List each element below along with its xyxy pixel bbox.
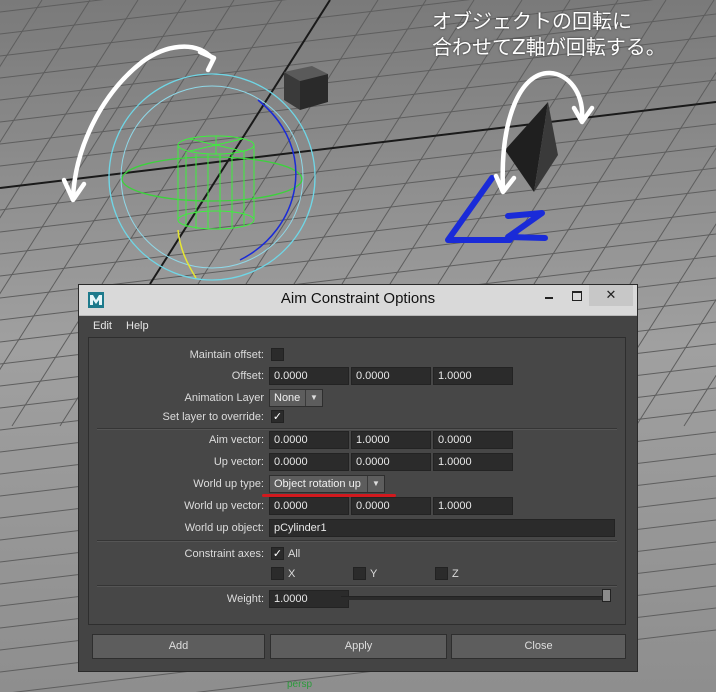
maximize-icon bbox=[572, 291, 582, 301]
world-up-vector-y-field[interactable]: 0.0000 bbox=[351, 497, 431, 515]
divider bbox=[97, 540, 617, 542]
world-up-vector-z-field[interactable]: 1.0000 bbox=[433, 497, 513, 515]
divider bbox=[97, 428, 617, 430]
constraint-axes-y-label: Y bbox=[370, 568, 378, 580]
constraint-axes-all-checkbox[interactable]: ✓ bbox=[271, 547, 284, 560]
japanese-annotation: オブジェクトの回転に 合わせてZ軸が回転する。 bbox=[432, 8, 712, 60]
close-icon: ✕ bbox=[605, 288, 617, 303]
apply-button[interactable]: Apply bbox=[270, 634, 447, 659]
up-vector-x-field[interactable]: 0.0000 bbox=[269, 453, 349, 471]
up-vector-z-field[interactable]: 1.0000 bbox=[433, 453, 513, 471]
maintain-offset-checkbox[interactable] bbox=[271, 348, 284, 361]
add-button[interactable]: Add bbox=[92, 634, 265, 659]
up-vector-label: Up vector: bbox=[213, 456, 264, 468]
highlight-underline bbox=[262, 494, 396, 497]
constraint-axes-y-checkbox[interactable] bbox=[353, 567, 366, 580]
world-up-type-label: World up type: bbox=[193, 478, 264, 490]
animation-layer-value: None bbox=[274, 392, 301, 404]
constraint-axes-z-label: Z bbox=[452, 568, 459, 580]
aim-vector-z-field[interactable]: 0.0000 bbox=[433, 431, 513, 449]
checkmark-icon: ✓ bbox=[272, 547, 283, 560]
annotation-line-2: 合わせてZ軸が回転する。 bbox=[432, 35, 666, 59]
minimize-icon bbox=[545, 297, 553, 299]
close-button[interactable]: Close bbox=[451, 634, 626, 659]
offset-z-field[interactable]: 1.0000 bbox=[433, 367, 513, 385]
maximize-button[interactable] bbox=[563, 285, 591, 306]
set-layer-override-label: Set layer to override: bbox=[162, 411, 265, 423]
world-up-object-label: World up object: bbox=[184, 522, 264, 534]
chevron-down-icon: ▼ bbox=[305, 390, 322, 406]
world-up-vector-label: World up vector: bbox=[184, 500, 264, 512]
aim-vector-x-field[interactable]: 0.0000 bbox=[269, 431, 349, 449]
world-up-type-dropdown[interactable]: Object rotation up ▼ bbox=[269, 475, 385, 493]
checkmark-icon: ✓ bbox=[272, 410, 283, 423]
camera-label: persp bbox=[287, 679, 313, 690]
cube-object[interactable] bbox=[284, 66, 328, 110]
animation-layer-dropdown[interactable]: None ▼ bbox=[269, 389, 323, 407]
menu-help[interactable]: Help bbox=[126, 320, 149, 332]
constraint-axes-label: Constraint axes: bbox=[184, 548, 264, 560]
animation-layer-label: Animation Layer bbox=[184, 392, 265, 404]
up-vector-y-field[interactable]: 0.0000 bbox=[351, 453, 431, 471]
aim-vector-label: Aim vector: bbox=[208, 434, 264, 446]
weight-slider-track[interactable] bbox=[341, 596, 611, 600]
close-window-button[interactable]: ✕ bbox=[589, 285, 633, 306]
world-up-vector-x-field[interactable]: 0.0000 bbox=[269, 497, 349, 515]
maintain-offset-label: Maintain offset: bbox=[189, 349, 264, 361]
offset-y-field[interactable]: 0.0000 bbox=[351, 367, 431, 385]
constraint-axes-all-label: All bbox=[288, 548, 301, 560]
aim-vector-y-field[interactable]: 1.0000 bbox=[351, 431, 431, 449]
minimize-button[interactable] bbox=[535, 285, 563, 306]
set-layer-override-checkbox[interactable]: ✓ bbox=[271, 410, 284, 423]
constraint-axes-z-checkbox[interactable] bbox=[435, 567, 448, 580]
constraint-axes-x-label: X bbox=[288, 568, 296, 580]
constraint-axes-x-checkbox[interactable] bbox=[271, 567, 284, 580]
weight-label: Weight: bbox=[226, 593, 264, 605]
weight-field[interactable]: 1.0000 bbox=[269, 590, 349, 608]
world-up-object-field[interactable]: pCylinder1 bbox=[269, 519, 615, 537]
world-up-type-value: Object rotation up bbox=[274, 478, 361, 490]
aim-constraint-options-dialog: Aim Constraint Options ✕ Edit Help Maint… bbox=[78, 284, 638, 672]
weight-slider-handle[interactable] bbox=[602, 589, 611, 602]
annotation-line-1: オブジェクトの回転に bbox=[432, 9, 632, 33]
offset-x-field[interactable]: 0.0000 bbox=[269, 367, 349, 385]
menu-bar: Edit Help bbox=[79, 316, 637, 336]
divider bbox=[97, 585, 617, 587]
menu-edit[interactable]: Edit bbox=[93, 320, 112, 332]
chevron-down-icon: ▼ bbox=[367, 476, 384, 492]
options-panel: Maintain offset: Offset: 0.0000 0.0000 1… bbox=[88, 337, 626, 625]
title-bar[interactable]: Aim Constraint Options ✕ bbox=[79, 285, 637, 316]
offset-label: Offset: bbox=[231, 370, 264, 382]
